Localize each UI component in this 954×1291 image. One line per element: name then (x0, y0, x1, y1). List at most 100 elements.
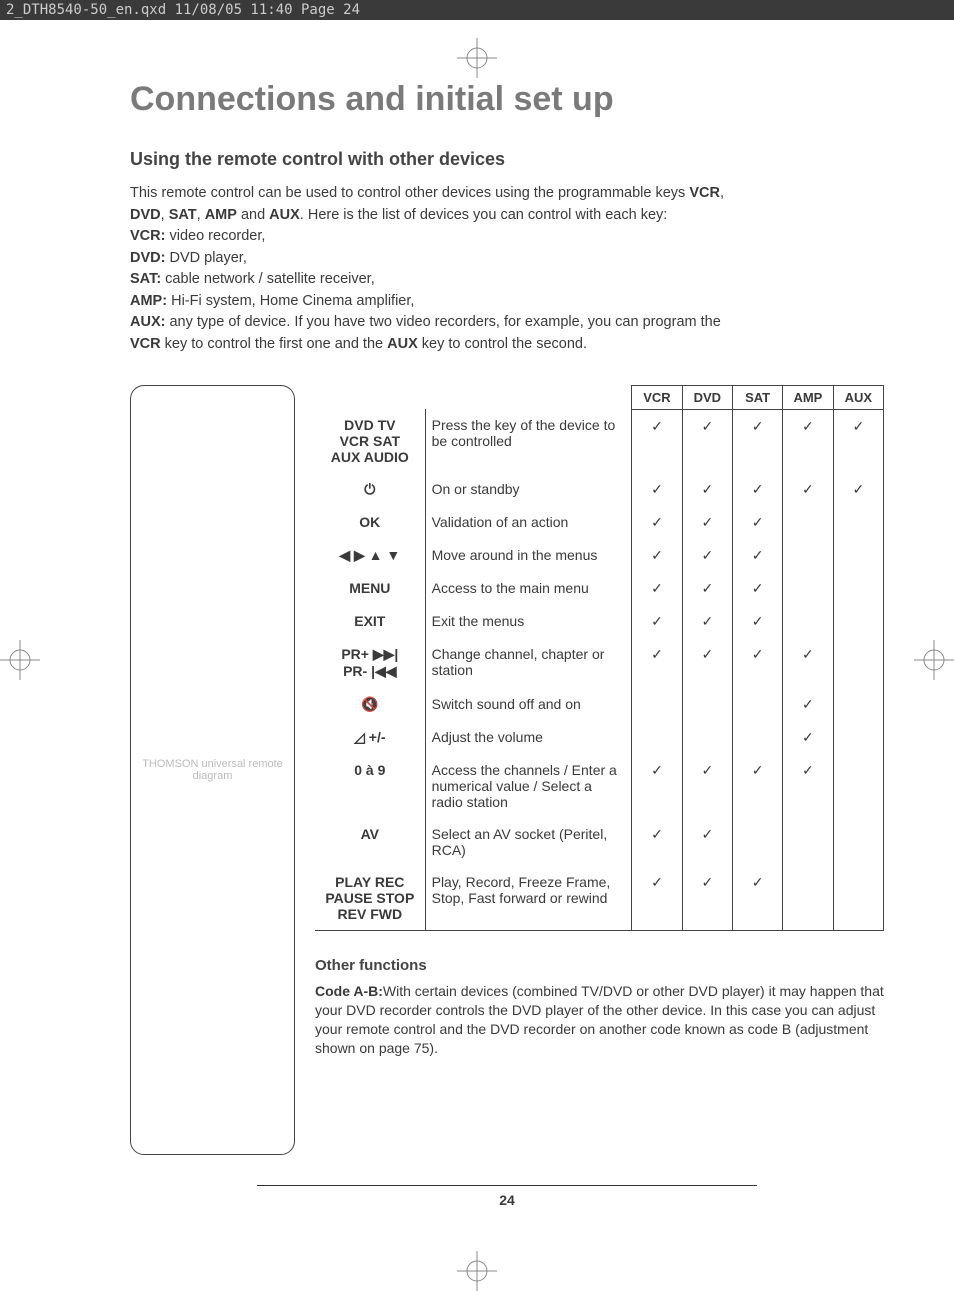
check-cell: ✓ (632, 473, 682, 506)
table-row: 🔇Switch sound off and on ✓ (315, 688, 884, 721)
check-cell (833, 866, 883, 931)
table-row: ⏻On or standby✓✓✓✓✓ (315, 473, 884, 506)
table-row: OKValidation of an action✓✓✓ (315, 506, 884, 539)
remote-diagram: THOMSON universal remote diagram (130, 385, 295, 1155)
check-cell (833, 818, 883, 866)
check-cell (783, 818, 833, 866)
desc-cell: Validation of an action (425, 506, 632, 539)
check-cell: ✓ (783, 409, 833, 473)
key-cell: ◿ +/- (315, 721, 425, 754)
check-cell: ✓ (632, 638, 682, 688)
check-cell (833, 721, 883, 754)
check-cell: ✓ (732, 754, 782, 818)
crop-mark-right (914, 640, 954, 680)
col-dvd: DVD (682, 385, 732, 409)
desc-cell: Play, Record, Freeze Frame, Stop, Fast f… (425, 866, 632, 931)
crop-mark-bottom (457, 1251, 497, 1291)
check-cell: ✓ (632, 818, 682, 866)
check-cell (732, 818, 782, 866)
check-cell: ✓ (682, 409, 732, 473)
check-cell (833, 754, 883, 818)
check-cell: ✓ (632, 539, 682, 572)
col-vcr: VCR (632, 385, 682, 409)
check-cell (833, 506, 883, 539)
other-functions: Other functions Code A-B:With certain de… (315, 957, 884, 1058)
check-cell (833, 539, 883, 572)
crop-mark-top (457, 38, 497, 78)
check-cell (783, 506, 833, 539)
table-row: AVSelect an AV socket (Peritel, RCA)✓✓ (315, 818, 884, 866)
check-cell: ✓ (783, 754, 833, 818)
intro-text: This remote control can be used to contr… (130, 184, 884, 355)
key-cell: PR+ ▶▶| PR- |◀◀ (315, 638, 425, 688)
key-cell: 0 à 9 (315, 754, 425, 818)
desc-cell: Exit the menus (425, 605, 632, 638)
desc-cell: Adjust the volume (425, 721, 632, 754)
table-row: MENUAccess to the main menu✓✓✓ (315, 572, 884, 605)
key-cell: AV (315, 818, 425, 866)
key-cell: PLAY REC PAUSE STOP REV FWD (315, 866, 425, 931)
check-cell (833, 688, 883, 721)
desc-cell: Access to the main menu (425, 572, 632, 605)
check-cell (732, 721, 782, 754)
check-cell: ✓ (632, 506, 682, 539)
key-cell: 🔇 (315, 688, 425, 721)
desc-cell: On or standby (425, 473, 632, 506)
check-cell: ✓ (632, 409, 682, 473)
table-row: PLAY REC PAUSE STOP REV FWDPlay, Record,… (315, 866, 884, 931)
table-row: ◀ ▶ ▲ ▼Move around in the menus✓✓✓ (315, 539, 884, 572)
desc-cell: Switch sound off and on (425, 688, 632, 721)
key-cell: ◀ ▶ ▲ ▼ (315, 539, 425, 572)
check-cell: ✓ (632, 754, 682, 818)
key-cell: OK (315, 506, 425, 539)
check-cell: ✓ (783, 688, 833, 721)
other-heading: Other functions (315, 957, 884, 974)
page-title: Connections and initial set up (130, 80, 884, 119)
key-cell: ⏻ (315, 473, 425, 506)
col-aux: AUX (833, 385, 883, 409)
check-cell (732, 688, 782, 721)
check-cell (682, 688, 732, 721)
col-sat: SAT (732, 385, 782, 409)
desc-cell: Select an AV socket (Peritel, RCA) (425, 818, 632, 866)
check-cell: ✓ (682, 638, 732, 688)
check-cell (833, 638, 883, 688)
check-cell: ✓ (682, 572, 732, 605)
check-cell: ✓ (732, 638, 782, 688)
check-cell: ✓ (732, 409, 782, 473)
desc-cell: Press the key of the device to be contro… (425, 409, 632, 473)
check-cell: ✓ (732, 605, 782, 638)
check-cell (632, 721, 682, 754)
desc-cell: Move around in the menus (425, 539, 632, 572)
check-cell: ✓ (682, 754, 732, 818)
table-row: PR+ ▶▶| PR- |◀◀Change channel, chapter o… (315, 638, 884, 688)
table-row: 0 à 9Access the channels / Enter a numer… (315, 754, 884, 818)
key-cell: DVD TV VCR SAT AUX AUDIO (315, 409, 425, 473)
desc-cell: Change channel, chapter or station (425, 638, 632, 688)
key-cell: MENU (315, 572, 425, 605)
check-cell: ✓ (682, 539, 732, 572)
check-cell: ✓ (732, 572, 782, 605)
check-cell: ✓ (732, 539, 782, 572)
table-row: EXITExit the menus✓✓✓ (315, 605, 884, 638)
check-cell: ✓ (682, 473, 732, 506)
check-cell (783, 866, 833, 931)
table-row: ◿ +/-Adjust the volume ✓ (315, 721, 884, 754)
check-cell (783, 572, 833, 605)
check-cell: ✓ (833, 473, 883, 506)
check-cell (783, 605, 833, 638)
file-header: 2_DTH8540-50_en.qxd 11/08/05 11:40 Page … (0, 0, 954, 20)
key-cell: EXIT (315, 605, 425, 638)
col-amp: AMP (783, 385, 833, 409)
check-cell: ✓ (682, 818, 732, 866)
check-cell: ✓ (682, 866, 732, 931)
check-cell (682, 721, 732, 754)
check-cell (632, 688, 682, 721)
crop-mark-left (0, 640, 40, 680)
check-cell: ✓ (632, 605, 682, 638)
check-cell: ✓ (783, 721, 833, 754)
check-cell: ✓ (682, 605, 732, 638)
desc-cell: Access the channels / Enter a numerical … (425, 754, 632, 818)
page-number: 24 (257, 1185, 757, 1208)
function-table: VCR DVD SAT AMP AUX DVD TV VCR SAT AUX A… (315, 385, 884, 932)
